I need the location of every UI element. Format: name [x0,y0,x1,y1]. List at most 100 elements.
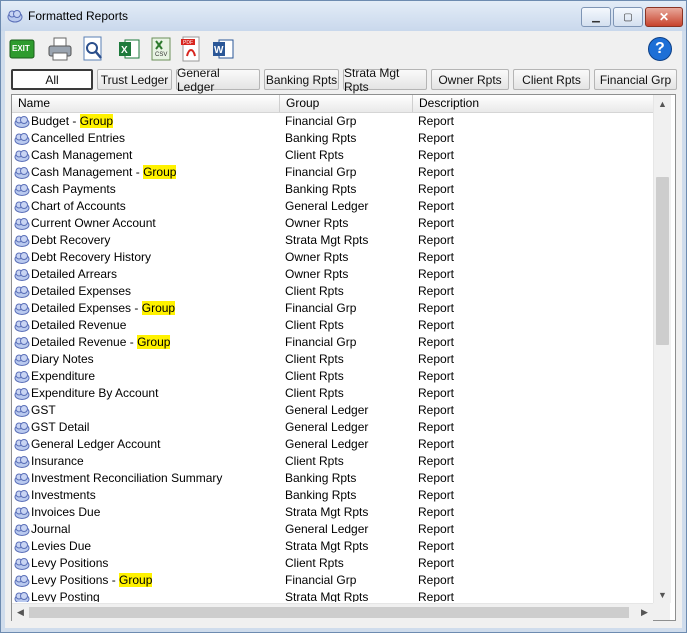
cell-name: Levy Positions [31,555,108,572]
title-bar[interactable]: Formatted Reports ▁ ▢ ✕ [1,1,686,31]
maximize-button[interactable]: ▢ [613,7,643,27]
table-row[interactable]: Invoices Due Strata Mgt Rpts Report [12,504,653,521]
table-row[interactable]: Investment Reconciliation Summary Banking… [12,470,653,487]
row-name: Cash Management [31,148,133,162]
table-row[interactable]: Detailed Expenses - Group Financial Grp Re… [12,300,653,317]
table-row[interactable]: General Ledger Account General Ledger Repo… [12,436,653,453]
table-row[interactable]: GST Detail General Ledger Report [12,419,653,436]
formatted-reports-window: Formatted Reports ▁ ▢ ✕ EXIT X CSV PDF W… [0,0,687,633]
chevron-down-icon: ▼ [658,589,667,600]
table-row[interactable]: Levies Due Strata Mgt Rpts Report [12,538,653,555]
exit-label: EXIT [12,44,30,53]
report-cloud-icon [14,490,30,502]
table-row[interactable]: Journal General Ledger Report [12,521,653,538]
table-row[interactable]: Cash Management - Group Financial Grp Repo… [12,164,653,181]
table-row[interactable]: Cash Management Client Rpts Report [12,147,653,164]
column-header-name[interactable]: Name [12,95,280,112]
row-name: GST Detail [31,420,90,434]
table-row[interactable]: Current Owner Account Owner Rpts Report [12,215,653,232]
row-name: Current Owner Account [31,216,156,230]
horizontal-scroll-thumb[interactable] [29,607,629,618]
row-name: Invoices Due [31,505,101,519]
table-row[interactable]: Detailed Revenue - Group Financial Grp Rep… [12,334,653,351]
print-button[interactable] [45,33,75,65]
table-row[interactable]: Budget - Group Financial Grp Report [12,113,653,130]
report-cloud-icon [14,575,30,587]
table-row[interactable]: Debt Recovery History Owner Rpts Report [12,249,653,266]
table-row[interactable]: Debt Recovery Strata Mgt Rpts Report [12,232,653,249]
scroll-left-button[interactable]: ◀ [12,604,29,621]
word-icon: W [213,39,234,59]
reports-list[interactable]: Name Group Description Budget - Group Fin… [11,94,676,621]
table-row[interactable]: Detailed Expenses Client Rpts Report [12,283,653,300]
table-row[interactable]: Levy Positions - Group Financial Grp Repor… [12,572,653,589]
tab-strata-mgt-rpts[interactable]: Strata Mgt Rpts [343,66,427,94]
tab-banking-rpts[interactable]: Banking Rpts [264,69,339,90]
export-word-button[interactable]: W [209,33,237,65]
tab-all[interactable]: All [11,69,93,90]
table-row[interactable]: Expenditure By Account Client Rpts Report [12,385,653,402]
table-row[interactable]: Detailed Arrears Owner Rpts Report [12,266,653,283]
table-row[interactable]: Diary Notes Client Rpts Report [12,351,653,368]
exit-button[interactable]: EXIT [7,33,37,65]
table-row[interactable]: Expenditure Client Rpts Report [12,368,653,385]
tab-financial-grp[interactable]: Financial Grp [594,69,677,90]
cell-description: Report [418,590,455,602]
cell-group: Strata Mgt Rpts [285,233,369,247]
cell-name: Diary Notes [31,351,94,368]
row-name: Detailed Revenue - [31,335,138,349]
table-row[interactable]: Investments Banking Rpts Report [12,487,653,504]
table-row[interactable]: Cancelled Entries Banking Rpts Report [12,130,653,147]
table-row[interactable]: GST General Ledger Report [12,402,653,419]
cell-name: Journal [31,521,70,538]
cell-group: General Ledger [285,437,369,451]
cell-description: Report [418,471,455,485]
close-button[interactable]: ✕ [645,7,683,27]
cell-name: General Ledger Account [31,436,160,453]
report-cloud-icon [14,592,30,602]
tab-owner-rpts[interactable]: Owner Rpts [431,69,509,90]
help-button[interactable]: ? [645,33,675,65]
vertical-scroll-thumb[interactable] [656,177,669,345]
tab-general-ledger[interactable]: General Ledger [176,66,260,94]
export-excel-button[interactable]: X [115,33,143,65]
scroll-right-button[interactable]: ▶ [636,604,653,621]
cell-group: Owner Rpts [285,267,349,281]
cell-name: Expenditure By Account [31,385,158,402]
table-row[interactable]: Cash Payments Banking Rpts Report [12,181,653,198]
row-name-highlight: Group [137,335,171,349]
scroll-down-button[interactable]: ▼ [654,586,671,603]
report-cloud-icon [14,201,30,213]
minimize-icon: ▁ [592,11,600,23]
table-row[interactable]: Chart of Accounts General Ledger Report [12,198,653,215]
cell-name: Investment Reconciliation Summary [31,470,222,487]
cell-name: Detailed Revenue [31,317,126,334]
horizontal-scrollbar[interactable]: ◀ ▶ [12,603,653,621]
export-pdf-button[interactable]: PDF [177,33,205,65]
report-filter-tabs: All Trust Ledger General Ledger Banking … [11,66,677,94]
minimize-button[interactable]: ▁ [581,7,611,27]
table-row[interactable]: Levy Positions Client Rpts Report [12,555,653,572]
cell-group: Owner Rpts [285,250,349,264]
row-name: Debt Recovery [31,233,111,247]
scroll-up-button[interactable]: ▲ [654,95,671,112]
vertical-scrollbar[interactable]: ▲ ▼ [653,95,671,603]
tab-client-rpts[interactable]: Client Rpts [513,69,590,90]
cell-description: Report [418,539,455,553]
table-row[interactable]: Levy Posting Strata Mgt Rpts Report [12,589,653,602]
cell-group: Client Rpts [285,352,344,366]
tab-trust-ledger[interactable]: Trust Ledger [97,69,172,90]
column-header-description[interactable]: Description [413,95,653,112]
table-row[interactable]: Detailed Revenue Client Rpts Report [12,317,653,334]
cell-name: Chart of Accounts [31,198,126,215]
export-csv-button[interactable]: CSV [147,33,175,65]
report-cloud-icon [14,456,30,468]
cell-group: Strata Mgt Rpts [285,539,369,553]
report-cloud-icon [14,337,30,349]
column-header-group[interactable]: Group [280,95,413,112]
maximize-icon: ▢ [623,11,633,23]
cell-description: Report [418,318,455,332]
print-preview-button[interactable] [79,33,107,65]
row-name: Detailed Expenses - [31,301,142,315]
table-row[interactable]: Insurance Client Rpts Report [12,453,653,470]
